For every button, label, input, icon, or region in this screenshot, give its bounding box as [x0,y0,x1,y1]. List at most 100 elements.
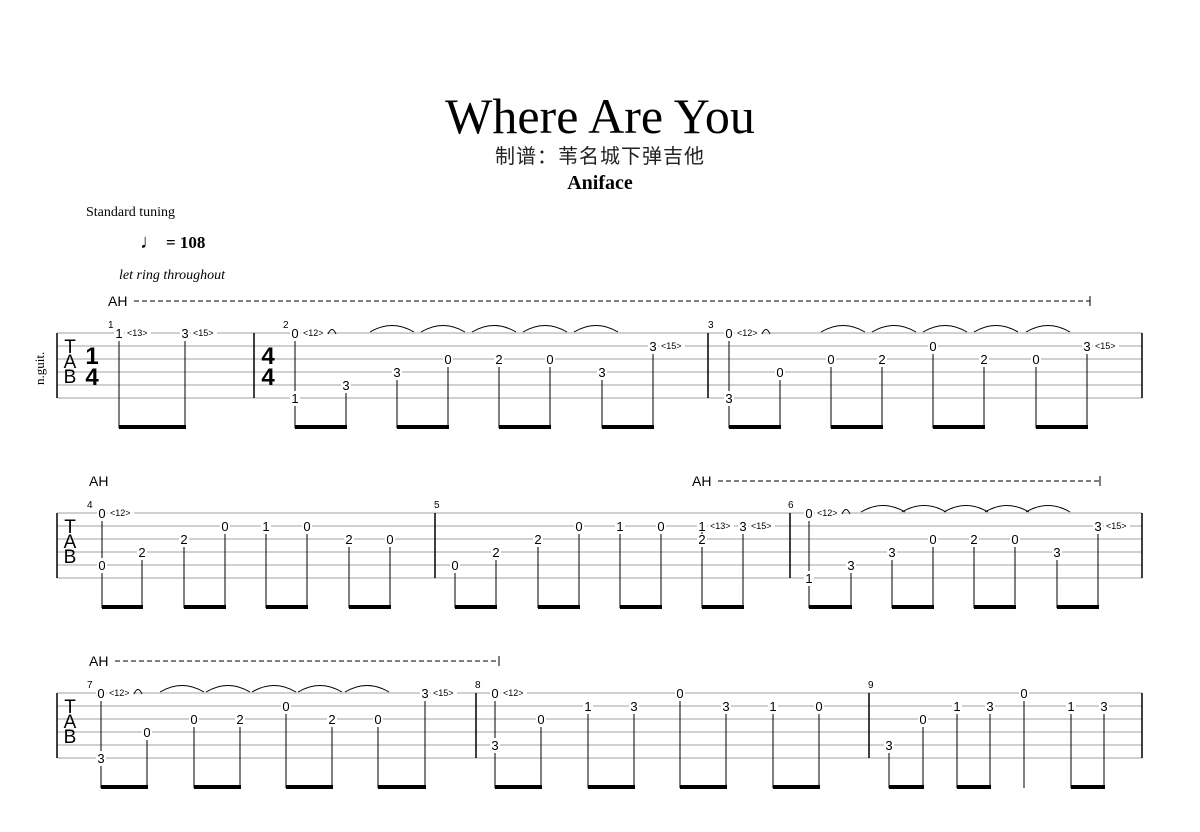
let-ring-tie [1025,325,1071,333]
fret-number: 0 [805,506,812,521]
fret-number: 1 [115,326,122,341]
artificial-harmonic-label: AH [89,653,108,669]
let-ring-tie [369,325,415,333]
fret-number: 3 [1053,545,1060,560]
fret-number: 2 [236,712,243,727]
harmonic-fret: <15> [193,328,214,338]
let-ring-tie [522,325,568,333]
fret-number: 3 [1083,339,1090,354]
let-ring-tie [922,325,968,333]
time-signature-bottom: 4 [85,364,99,391]
measure-number: 8 [475,680,481,691]
fret-number: 0 [291,326,298,341]
harmonic-fret: <12> [303,328,324,338]
fret-number: 0 [1011,532,1018,547]
fret-number: 2 [534,532,541,547]
fret-number: 2 [138,545,145,560]
let-ring-tie [471,325,517,333]
fret-number: 1 [769,699,776,714]
harmonic-fret: <12> [503,688,524,698]
artificial-harmonic-label: AH [692,473,711,489]
eighth-beam [378,785,426,789]
eighth-beam [680,785,727,789]
measure-number: 7 [87,680,93,691]
fret-number: 3 [491,738,498,753]
eighth-beam [295,425,347,429]
fret-number: 0 [451,558,458,573]
measure-number: 2 [283,320,289,331]
harmonic-fret: <12> [110,508,131,518]
fret-number: 3 [885,738,892,753]
eighth-beam [892,605,934,609]
fret-number: 0 [97,686,104,701]
harmonic-fret: <15> [1095,341,1116,351]
eighth-beam [538,605,580,609]
let-ring-tie [159,685,205,693]
fret-number: 0 [1032,352,1039,367]
fret-number: 0 [929,532,936,547]
fret-number: 3 [725,391,732,406]
fret-number: 0 [575,519,582,534]
fret-number: 1 [616,519,623,534]
eighth-beam [1071,785,1105,789]
fret-number: 2 [180,532,187,547]
harmonic-fret: <12> [109,688,130,698]
fret-number: 1 [805,571,812,586]
fret-number: 0 [98,558,105,573]
fret-number: 1 [584,699,591,714]
artificial-harmonic-label: AH [89,473,108,489]
fret-number: 0 [725,326,732,341]
measure-number: 6 [788,500,794,511]
fret-number: 2 [328,712,335,727]
fret-number: 1 [1067,699,1074,714]
fret-number: 3 [630,699,637,714]
fret-number: 3 [1100,699,1107,714]
fret-number: 0 [190,712,197,727]
eighth-beam [499,425,551,429]
tab-clef-letter: B [64,727,77,748]
let-ring-tie [1025,505,1071,513]
eighth-beam [495,785,542,789]
fret-number: 0 [919,712,926,727]
fret-number: 0 [815,699,822,714]
eighth-beam [702,605,744,609]
let-ring-tie [420,325,466,333]
fret-number: 0 [537,712,544,727]
fret-number: 3 [421,686,428,701]
fret-number: 3 [393,365,400,380]
tab-clef-letter: B [64,367,77,388]
fret-number: 0 [386,532,393,547]
fret-number: 2 [980,352,987,367]
eighth-beam [349,605,391,609]
eighth-beam [397,425,449,429]
eighth-beam [1036,425,1088,429]
let-ring-tie [297,685,343,693]
let-ring-tie [205,685,251,693]
let-ring-tie [871,325,917,333]
eighth-beam [455,605,497,609]
eighth-beam [933,425,985,429]
let-ring-tie [973,325,1019,333]
harmonic-fret: <15> [751,521,772,531]
fret-number: 3 [342,378,349,393]
time-signature-bottom: 4 [261,364,275,391]
fret-number: 0 [929,339,936,354]
eighth-beam [119,425,186,429]
eighth-beam [266,605,308,609]
fret-number: 3 [97,751,104,766]
let-ring-tie [984,505,1030,513]
eighth-beam [831,425,883,429]
fret-number: 0 [282,699,289,714]
eighth-beam [620,605,662,609]
fret-number: 3 [649,339,656,354]
harmonic-fret: <13> [127,328,148,338]
fret-number: 3 [739,519,746,534]
fret-number: 0 [303,519,310,534]
harmonic-fret: <13> [710,521,731,531]
eighth-beam [974,605,1016,609]
eighth-beam [286,785,333,789]
fret-number: 0 [1020,686,1027,701]
harmonic-fret: <12> [817,508,838,518]
let-ring-tie [943,505,989,513]
harmonic-fret: <15> [661,341,682,351]
